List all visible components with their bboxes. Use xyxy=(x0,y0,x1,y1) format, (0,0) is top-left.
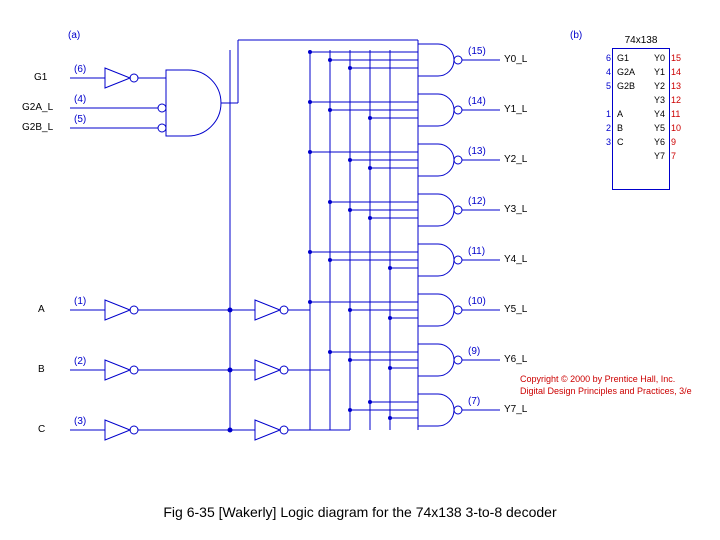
pin-y1: (14) xyxy=(468,96,486,107)
copyright-line2: Digital Design Principles and Practices,… xyxy=(520,386,710,396)
chip-pin-11: 11 xyxy=(671,109,691,119)
pin-y2: (13) xyxy=(468,146,486,157)
chip-pin-15: 15 xyxy=(671,53,691,63)
part-a-label: (a) xyxy=(68,30,80,41)
copyright-line1: Copyright © 2000 by Prentice Hall, Inc. xyxy=(520,374,710,384)
chip-pin-14: 14 xyxy=(671,67,691,77)
out-y2: Y2_L xyxy=(504,154,527,165)
pin-g2a: (4) xyxy=(74,94,86,105)
out-y3: Y3_L xyxy=(504,204,527,215)
part-b-label: (b) xyxy=(570,30,582,41)
pin-y5: (10) xyxy=(468,296,486,307)
pin-g1: (6) xyxy=(74,64,86,75)
input-c: C xyxy=(38,424,45,435)
chip-pin-3: 3 xyxy=(591,137,611,147)
pin-b: (2) xyxy=(74,356,86,367)
chip-pin-7: 7 xyxy=(671,151,691,161)
input-b: B xyxy=(38,364,45,375)
pin-y6: (9) xyxy=(468,346,480,357)
pin-y0: (15) xyxy=(468,46,486,57)
pin-y7: (7) xyxy=(468,396,480,407)
input-a: A xyxy=(38,304,45,315)
out-y0: Y0_L xyxy=(504,54,527,65)
chip-pin-9: 9 xyxy=(671,137,691,147)
chip-pin-1: 1 xyxy=(591,109,611,119)
chip-pin-5: 5 xyxy=(591,81,611,91)
chip-pin-2: 2 xyxy=(591,123,611,133)
out-y4: Y4_L xyxy=(504,254,527,265)
chip-pin-6: 6 xyxy=(591,53,611,63)
input-g2a: G2A_L xyxy=(22,102,53,113)
pin-a: (1) xyxy=(74,296,86,307)
chip-pin-4: 4 xyxy=(591,67,611,77)
out-y6: Y6_L xyxy=(504,354,527,365)
input-g2b: G2B_L xyxy=(22,122,53,133)
pin-g2b: (5) xyxy=(74,114,86,125)
out-y5: Y5_L xyxy=(504,304,527,315)
out-y1: Y1_L xyxy=(504,104,527,115)
pin-c: (3) xyxy=(74,416,86,427)
chip-pin-10: 10 xyxy=(671,123,691,133)
chip-pin-13: 13 xyxy=(671,81,691,91)
input-g1: G1 xyxy=(34,72,47,83)
chip-pin-12: 12 xyxy=(671,95,691,105)
chip-symbol: 74x138 6G1 4G2A 5G2B 1A 2B 3C 15Y0 14Y1 … xyxy=(612,48,670,190)
out-y7: Y7_L xyxy=(504,404,527,415)
figure-caption: Fig 6-35 [Wakerly] Logic diagram for the… xyxy=(0,504,720,520)
pin-y4: (11) xyxy=(468,246,485,257)
chip-title: 74x138 xyxy=(613,35,669,46)
pin-y3: (12) xyxy=(468,196,486,207)
